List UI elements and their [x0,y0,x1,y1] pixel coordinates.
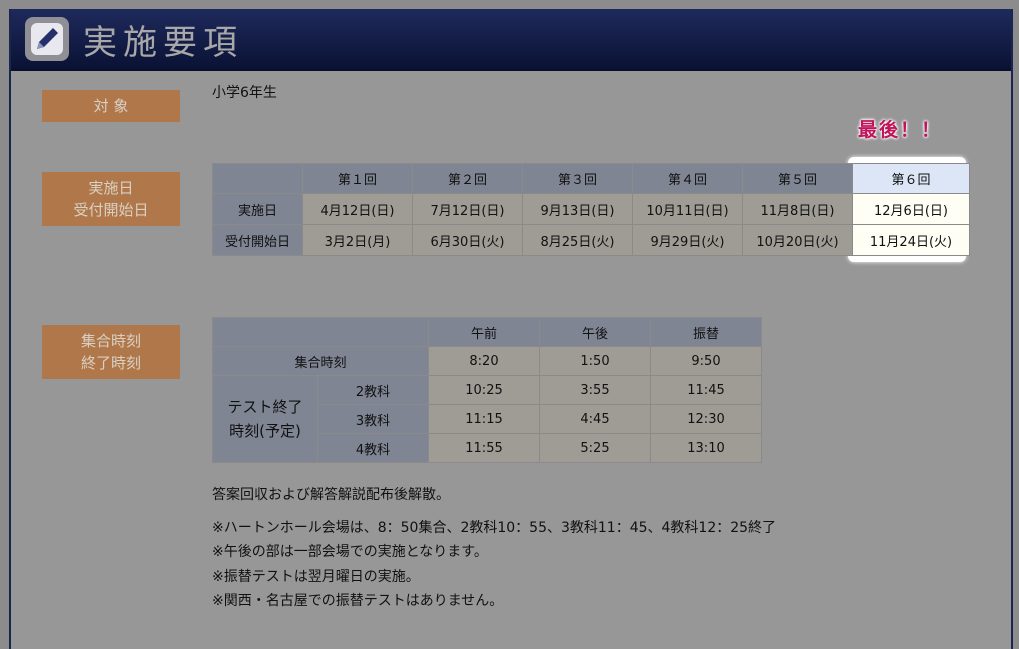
date-cell-last: 12月6日(日) [852,193,970,225]
target-value: 小学6年生 [212,85,277,101]
times-table: 午前 午後 振替 集合時刻 8:20 1:50 9:50 テスト終了 時刻(予定… [212,317,762,463]
period-header: 午後 [539,317,651,347]
times-label-line1: 集合時刻 [80,332,141,350]
target-label-text: 対 象 [93,97,129,115]
time-cell: 4:45 [539,404,651,434]
row-header: 受付開始日 [212,224,303,256]
table-row: テスト終了 時刻(予定) 2教科 10:25 3:55 11:45 [212,375,762,463]
time-cell: 11:55 [428,433,540,463]
row-header: 4教科 [317,433,429,463]
times-corner-cell [212,317,429,347]
time-cell: 5:25 [539,433,651,463]
note-item: ※振替テストは翌月曜日の実施。 [212,569,420,585]
end-time-group-header: テスト終了 時刻(予定) [212,375,318,463]
last-session-note: 最後！！ [858,119,943,141]
dismissal-note: 答案回収および解答解説配布後解散。 [212,487,450,503]
date-cell: 9月13日(日) [522,193,633,225]
time-cell: 12:30 [650,404,762,434]
table-row: 集合時刻 8:20 1:50 9:50 [212,346,762,376]
date-cell: 3月2日(月) [302,224,413,256]
date-cell: 10月11日(日) [632,193,743,225]
date-cell: 7月12日(日) [412,193,523,225]
session-header: 第２回 [412,163,523,194]
table-row: 受付開始日 3月2日(月) 6月30日(火) 8月25日(火) 9月29日(火)… [212,224,970,256]
dates-label-line1: 実施日 [88,179,134,197]
period-header: 振替 [650,317,762,347]
date-cell: 10月20日(火) [742,224,853,256]
time-cell: 8:20 [428,346,540,376]
note-item: ※午後の部は一部会場での実施となります。 [212,544,488,560]
date-cell: 4月12日(日) [302,193,413,225]
note-item: ※ハートンホール会場は、8：50集合、2教科10：55、3教科11：45、4教科… [212,520,777,536]
session-header: 第５回 [742,163,853,194]
note-item: ※関西・名古屋での振替テストはありません。 [212,593,504,609]
session-header: 第３回 [522,163,633,194]
row-header: 実施日 [212,193,303,225]
date-cell: 9月29日(火) [632,224,743,256]
pencil-icon [25,17,69,61]
time-cell: 11:45 [650,375,762,405]
times-label: 集合時刻 終了時刻 [42,325,180,379]
dates-label: 実施日 受付開始日 [42,172,180,226]
date-cell: 6月30日(火) [412,224,523,256]
time-cell: 10:25 [428,375,540,405]
table-row: 実施日 4月12日(日) 7月12日(日) 9月13日(日) 10月11日(日)… [212,193,970,225]
date-cell: 8月25日(火) [522,224,633,256]
session-header: 第４回 [632,163,743,194]
page-header: 実施要項 [11,9,1011,71]
time-cell: 13:10 [650,433,762,463]
time-cell: 9:50 [650,346,762,376]
row-header: 2教科 [317,375,429,405]
session-header-last: 第６回 [852,163,970,194]
schedule-header-row: 第１回 第２回 第３回 第４回 第５回 第６回 [212,163,970,194]
date-cell: 11月8日(日) [742,193,853,225]
time-cell: 3:55 [539,375,651,405]
target-label: 対 象 [42,90,180,122]
schedule-table: 第１回 第２回 第３回 第４回 第５回 第６回 実施日 4月12日(日) 7月1… [212,163,970,256]
times-header-row: 午前 午後 振替 [212,317,762,347]
period-header: 午前 [428,317,540,347]
session-header: 第１回 [302,163,413,194]
row-header: 3教科 [317,404,429,434]
dates-label-line2: 受付開始日 [73,201,149,219]
date-cell-last: 11月24日(火) [852,224,970,256]
times-label-line2: 終了時刻 [80,354,141,372]
time-cell: 11:15 [428,404,540,434]
page-title: 実施要項 [83,23,243,63]
row-header: 集合時刻 [212,346,429,376]
time-cell: 1:50 [539,346,651,376]
schedule-corner-cell [212,163,303,194]
